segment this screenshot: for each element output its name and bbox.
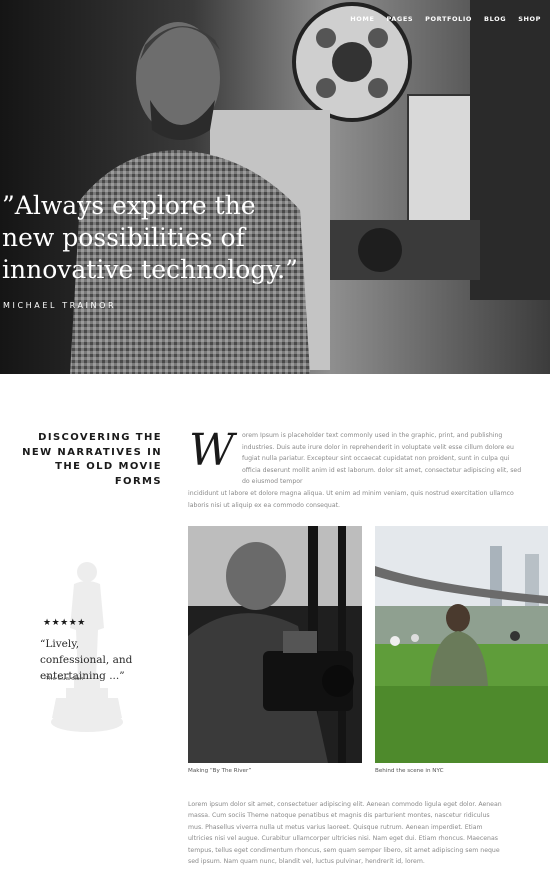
main-nav: HOME PAGES PORTFOLIO BLOG SHOP — [350, 15, 541, 23]
hero-image — [0, 0, 550, 374]
nav-pages[interactable]: PAGES — [387, 15, 414, 23]
intro-heading: DISCOVERING THE NEW NARRATIVES IN THE OL… — [22, 432, 162, 487]
photo-camera-operator — [188, 526, 362, 763]
nav-blog[interactable]: BLOG — [484, 15, 506, 23]
intro-paragraph: orem Ipsum is placeholder text commonly … — [188, 430, 522, 511]
review-source: -The Guardian — [44, 676, 84, 682]
nav-home[interactable]: HOME — [350, 15, 374, 23]
nav-shop[interactable]: SHOP — [518, 15, 541, 23]
photo-caption: Making “By The River” — [188, 768, 252, 774]
photo-caption: Behind the scene in NYC — [375, 768, 444, 774]
body-paragraph: Lorem ipsum dolor sit amet, consectetuer… — [188, 801, 502, 866]
hero-section: HOME PAGES PORTFOLIO BLOG SHOP ”Always e… — [0, 0, 550, 374]
hero-quote: ”Always explore the new possibilities of… — [2, 191, 298, 284]
hero-quote-author: MICHAEL TRAINOR — [3, 301, 117, 310]
intro-paragraph-rest: incididunt ut labore et dolore magna ali… — [188, 489, 514, 509]
intro-paragraph-lead: orem Ipsum is placeholder text commonly … — [242, 432, 522, 486]
rating-stars: ★★★★★ — [43, 618, 86, 628]
nav-portfolio[interactable]: PORTFOLIO — [425, 15, 472, 23]
photo-man-on-grass — [375, 526, 548, 763]
